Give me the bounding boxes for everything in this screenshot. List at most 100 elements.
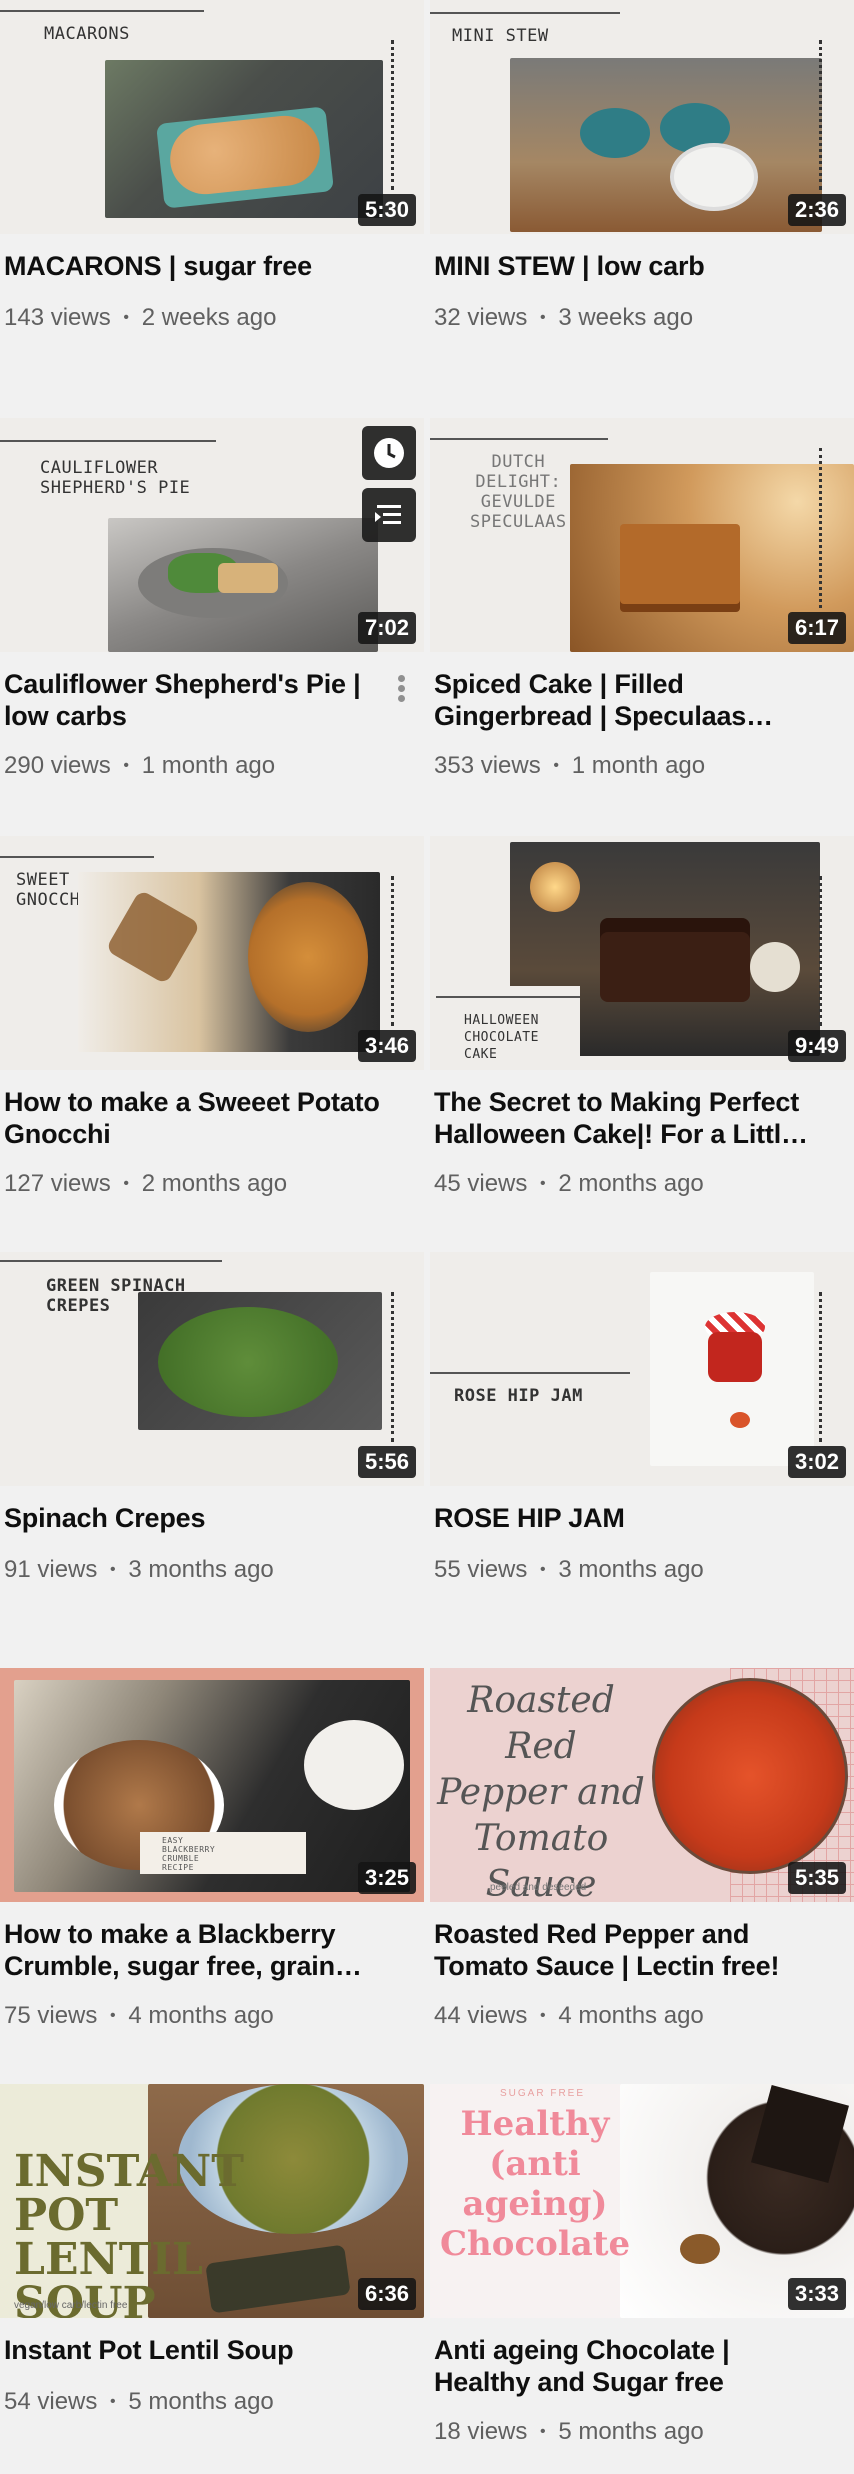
queue-icon <box>375 505 401 524</box>
video-title[interactable]: Roasted Red Pepper and Tomato Sauce | Le… <box>434 1918 814 1982</box>
video-thumbnail[interactable]: DUTCH DELIGHT: GEVULDE SPECULAAS 6:17 <box>430 418 854 652</box>
thumb-photo <box>138 1292 382 1430</box>
video-card[interactable]: EASY BLACKBERRY CRUMBLE RECIPE 3:25 How … <box>0 1668 424 2058</box>
video-title[interactable]: MACARONS | sugar free <box>4 250 384 282</box>
video-card[interactable]: DUTCH DELIGHT: GEVULDE SPECULAAS 6:17 Sp… <box>430 418 854 808</box>
video-thumbnail[interactable]: SWEET POTATO GNOCCHI 3:46 <box>0 836 424 1070</box>
video-meta: 143 views • 2 weeks ago <box>4 304 276 332</box>
view-count: 54 views <box>4 2388 98 2415</box>
upload-age: 3 months ago <box>558 1556 704 1583</box>
video-card[interactable]: ROSE HIP JAM 3:02 ROSE HIP JAM 55 views … <box>430 1252 854 1642</box>
upload-age: 3 months ago <box>128 1556 274 1583</box>
video-title[interactable]: Spinach Crepes <box>4 1502 384 1534</box>
duration-badge: 2:36 <box>787 194 846 226</box>
video-title[interactable]: Spiced Cake | Filled Gingerbread | Specu… <box>434 668 814 732</box>
thumb-photo <box>652 1678 848 1874</box>
video-card[interactable]: GREEN SPINACH CREPES 5:56 Spinach Crepes… <box>0 1252 424 1642</box>
video-meta: 54 views • 5 months ago <box>4 2388 274 2416</box>
video-title[interactable]: How to make a Blackberry Crumble, sugar … <box>4 1918 384 1982</box>
view-count: 127 views <box>4 1170 111 1197</box>
video-card[interactable]: SWEET POTATO GNOCCHI 3:46 How to make a … <box>0 836 424 1226</box>
thumb-rule <box>430 12 620 14</box>
video-card[interactable]: MINI STEW 2:36 MINI STEW | low carb 32 v… <box>430 0 854 390</box>
thumb-label: DUTCH DELIGHT: GEVULDE SPECULAAS <box>470 452 567 532</box>
thumb-rule <box>0 856 154 858</box>
video-title[interactable]: Instant Pot Lentil Soup <box>4 2334 384 2366</box>
upload-age: 4 months ago <box>128 2002 274 2029</box>
video-title[interactable]: The Secret to Making Perfect Halloween C… <box>434 1086 814 1150</box>
video-thumbnail[interactable]: HALLOWEEN CHOCOLATE CAKE 9:49 <box>430 836 854 1070</box>
thumb-sublabel: peeled and deseeded <box>490 1882 587 1893</box>
meta-separator: • <box>110 2007 116 2024</box>
add-to-queue-button[interactable] <box>362 488 416 542</box>
video-thumbnail[interactable]: GREEN SPINACH CREPES 5:56 <box>0 1252 424 1486</box>
view-count: 32 views <box>434 304 528 331</box>
video-meta: 353 views • 1 month ago <box>434 752 705 780</box>
thumb-photo <box>105 60 383 218</box>
thumb-dots <box>819 876 825 1026</box>
video-title[interactable]: MINI STEW | low carb <box>434 250 814 282</box>
video-title[interactable]: Cauliflower Shepherd's Pie | low carbs <box>4 668 384 732</box>
meta-separator: • <box>553 757 560 774</box>
video-thumbnail[interactable]: MACARONS 5:30 <box>0 0 424 234</box>
video-meta: 32 views • 3 weeks ago <box>434 304 693 332</box>
video-thumbnail[interactable]: ROSE HIP JAM 3:02 <box>430 1252 854 1486</box>
video-meta: 91 views • 3 months ago <box>4 1556 274 1584</box>
video-meta: 75 views • 4 months ago <box>4 2002 274 2030</box>
view-count: 75 views <box>4 2002 98 2029</box>
video-card[interactable]: MACARONS 5:30 MACARONS | sugar free 143 … <box>0 0 424 390</box>
video-thumbnail[interactable]: MINI STEW 2:36 <box>430 0 854 234</box>
upload-age: 5 months ago <box>128 2388 274 2415</box>
view-count: 91 views <box>4 1556 98 1583</box>
upload-age: 4 months ago <box>558 2002 704 2029</box>
thumb-label: MINI STEW <box>452 26 549 46</box>
thumb-rule <box>436 996 580 998</box>
video-thumbnail[interactable]: EASY BLACKBERRY CRUMBLE RECIPE 3:25 <box>0 1668 424 1902</box>
duration-badge: 5:56 <box>357 1446 416 1478</box>
video-thumbnail[interactable]: INSTANT POT LENTIL SOUP vegan/low carb/l… <box>0 2084 424 2318</box>
video-card[interactable]: Roasted Red Pepper and Tomato Sauce peel… <box>430 1668 854 2058</box>
view-count: 55 views <box>434 1556 528 1583</box>
upload-age: 3 weeks ago <box>558 304 694 331</box>
video-card[interactable]: SUGAR FREE Healthy (anti ageing) Chocola… <box>430 2084 854 2474</box>
video-thumbnail[interactable]: SUGAR FREE Healthy (anti ageing) Chocola… <box>430 2084 854 2318</box>
video-title[interactable]: ROSE HIP JAM <box>434 1502 814 1534</box>
thumb-label: EASY BLACKBERRY CRUMBLE RECIPE <box>162 1836 216 1872</box>
meta-separator: • <box>540 1561 546 1578</box>
video-card[interactable]: HALLOWEEN CHOCOLATE CAKE 9:49 The Secret… <box>430 836 854 1226</box>
video-card[interactable]: INSTANT POT LENTIL SOUP vegan/low carb/l… <box>0 2084 424 2474</box>
video-title[interactable]: How to make a Sweeet Potato Gnocchi <box>4 1086 384 1150</box>
thumb-dots <box>819 40 825 190</box>
meta-separator: • <box>110 2393 116 2410</box>
thumb-rule <box>430 438 608 440</box>
video-card[interactable]: CAULIFLOWER SHEPHERD'S PIE 7:02 Cauliflo… <box>0 418 424 808</box>
video-meta: 55 views • 3 months ago <box>434 1556 704 1584</box>
thumb-dots <box>391 876 397 1026</box>
thumb-label: Healthy (anti ageing) Chocolate <box>440 2104 631 2264</box>
view-count: 290 views <box>4 752 111 779</box>
thumb-sublabel: SUGAR FREE <box>500 2088 586 2099</box>
duration-badge: 5:35 <box>787 1862 846 1894</box>
duration-badge: 3:33 <box>787 2278 846 2310</box>
watch-later-button[interactable] <box>362 426 416 480</box>
thumb-label: INSTANT POT LENTIL SOUP <box>14 2146 245 2319</box>
more-vert-icon[interactable] <box>396 672 406 708</box>
duration-badge: 6:36 <box>357 2278 416 2310</box>
video-thumbnail[interactable]: Roasted Red Pepper and Tomato Sauce peel… <box>430 1668 854 1902</box>
view-count: 44 views <box>434 2002 528 2029</box>
duration-badge: 7:02 <box>357 612 416 644</box>
thumb-photo <box>78 872 380 1052</box>
video-title[interactable]: Anti ageing Chocolate | Healthy and Suga… <box>434 2334 814 2398</box>
clock-icon <box>374 438 404 468</box>
upload-age: 2 months ago <box>558 1170 704 1197</box>
thumb-label: Roasted Red Pepper and Tomato Sauce <box>437 1680 645 1902</box>
duration-badge: 5:30 <box>357 194 416 226</box>
video-meta: 44 views • 4 months ago <box>434 2002 704 2030</box>
meta-separator: • <box>540 1175 546 1192</box>
thumb-dots <box>391 40 397 190</box>
view-count: 45 views <box>434 1170 528 1197</box>
video-thumbnail[interactable]: CAULIFLOWER SHEPHERD'S PIE 7:02 <box>0 418 424 652</box>
upload-age: 1 month ago <box>141 752 276 779</box>
meta-separator: • <box>123 309 130 326</box>
view-count: 143 views <box>4 304 111 331</box>
